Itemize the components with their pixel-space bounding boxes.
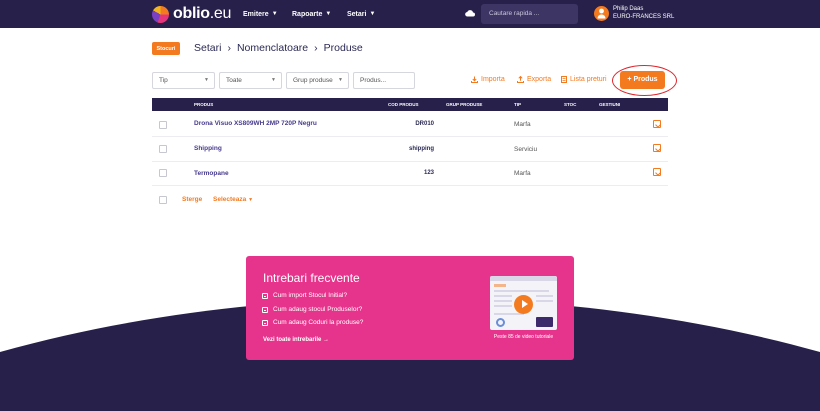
cloud-icon[interactable] bbox=[465, 9, 475, 17]
breadcrumb-separator: › bbox=[227, 42, 231, 54]
avatar[interactable] bbox=[594, 6, 609, 21]
breadcrumb: Setari › Nomenclatoare › Produse bbox=[194, 42, 363, 54]
group-filter-select[interactable]: Grup produse ▼ bbox=[286, 72, 349, 89]
faq-title: Intrebari frecvente bbox=[263, 271, 360, 285]
column-header-product[interactable]: PRODUS bbox=[194, 102, 213, 107]
user-name: Philip Daas bbox=[613, 6, 644, 12]
table-row[interactable]: Drona Visuo XS809WH 2MP 720P Negru DR010… bbox=[152, 112, 668, 137]
arrow-right-icon: → bbox=[323, 337, 330, 343]
row-checkbox[interactable] bbox=[159, 121, 167, 129]
export-icon bbox=[517, 76, 524, 83]
table-row[interactable]: Shipping shipping Serviciu bbox=[152, 137, 668, 162]
breadcrumb-item-setari[interactable]: Setari bbox=[194, 42, 221, 54]
video-thumbnail[interactable] bbox=[490, 276, 557, 330]
chevron-down-icon: ▼ bbox=[338, 77, 343, 83]
faq-card: Intrebari frecvente Cum import Stocul In… bbox=[246, 256, 574, 360]
breadcrumb-separator: › bbox=[314, 42, 318, 54]
user-info[interactable]: Philip Daas EURO-FRANCES SRL bbox=[613, 6, 674, 21]
import-icon bbox=[471, 76, 478, 83]
product-type: Serviciu bbox=[514, 146, 538, 153]
product-name-link[interactable]: Termopane bbox=[194, 170, 229, 177]
faq-item[interactable]: Cum adaug Coduri la produse? bbox=[262, 319, 363, 326]
faq-item-icon bbox=[262, 306, 268, 313]
chevron-down-icon: ▼ bbox=[369, 11, 376, 17]
import-button[interactable]: Importa bbox=[471, 76, 505, 83]
product-type: Marfa bbox=[514, 170, 531, 177]
breadcrumb-item-nomenclatoare[interactable]: Nomenclatoare bbox=[237, 42, 308, 54]
product-code: shipping bbox=[409, 146, 434, 152]
nav-menu-setari[interactable]: Setari ▼ bbox=[347, 0, 375, 28]
export-button[interactable]: Exporta bbox=[517, 76, 551, 83]
logo-text: oblio.eu bbox=[173, 5, 232, 22]
faq-item-icon bbox=[262, 319, 268, 326]
price-list-button[interactable]: Lista preturi bbox=[561, 76, 607, 83]
play-icon[interactable] bbox=[514, 295, 533, 314]
row-checkbox[interactable] bbox=[159, 145, 167, 153]
row-checkbox[interactable] bbox=[159, 169, 167, 177]
chevron-down-icon: ▼ bbox=[271, 11, 278, 17]
page-title: Produse bbox=[323, 42, 363, 54]
product-type: Marfa bbox=[514, 121, 531, 128]
delete-button[interactable]: Sterge bbox=[182, 196, 202, 203]
row-menu-icon[interactable] bbox=[653, 168, 661, 176]
user-icon bbox=[597, 8, 606, 19]
chevron-down-icon: ▼ bbox=[248, 197, 254, 203]
row-menu-icon[interactable] bbox=[653, 144, 661, 152]
logo[interactable]: oblio.eu bbox=[152, 5, 231, 23]
faq-item-icon bbox=[262, 292, 268, 299]
see-all-questions-link[interactable]: Vezi toate intrebarile → bbox=[263, 337, 329, 343]
chevron-down-icon: ▼ bbox=[204, 77, 209, 83]
nav-menu-emitere[interactable]: Emitere ▼ bbox=[243, 0, 278, 28]
column-header-code[interactable]: COD PRODUS bbox=[388, 102, 419, 107]
column-header-stock[interactable]: STOC bbox=[564, 102, 576, 107]
section-badge[interactable]: Stocuri bbox=[152, 42, 180, 55]
column-header-type[interactable]: TIP bbox=[514, 102, 521, 107]
product-code: DR010 bbox=[415, 121, 434, 127]
price-list-icon bbox=[561, 76, 567, 83]
product-name-link[interactable]: Drona Visuo XS809WH 2MP 720P Negru bbox=[194, 120, 317, 127]
logo-mark-icon bbox=[152, 5, 169, 23]
type-filter-select[interactable]: Tip ▼ bbox=[152, 72, 215, 89]
column-header-group[interactable]: GRUP PRODUSE bbox=[446, 102, 482, 107]
product-code: 123 bbox=[423, 170, 434, 176]
faq-item[interactable]: Cum adaug stocul Produselor? bbox=[262, 306, 362, 313]
highlight-ring bbox=[612, 65, 677, 96]
nav-menu-rapoarte[interactable]: Rapoarte ▼ bbox=[292, 0, 331, 28]
select-all-checkbox[interactable] bbox=[159, 196, 167, 204]
user-company: EURO-FRANCES SRL bbox=[613, 13, 675, 20]
table-header: PRODUS COD PRODUS GRUP PRODUSE TIP STOC … bbox=[152, 98, 668, 111]
top-navbar: oblio.eu Emitere ▼ Rapoarte ▼ Setari ▼ Caut… bbox=[0, 0, 820, 28]
chevron-down-icon: ▼ bbox=[325, 11, 332, 17]
quick-search-input[interactable]: Cautare rapida ... bbox=[481, 4, 578, 24]
product-search-input[interactable]: Produs... bbox=[353, 72, 415, 89]
select-dropdown[interactable]: Selecteaza ▼ bbox=[213, 196, 253, 203]
all-filter-select[interactable]: Toate ▼ bbox=[219, 72, 282, 89]
faq-item[interactable]: Cum import Stocul Initial? bbox=[262, 292, 347, 299]
table-row[interactable]: Termopane 123 Marfa bbox=[152, 161, 668, 186]
video-caption: Peste 85 de video tutoriale bbox=[493, 334, 554, 340]
column-header-management[interactable]: GESTIUNI bbox=[599, 102, 620, 107]
chevron-down-icon: ▼ bbox=[271, 77, 276, 83]
row-menu-icon[interactable] bbox=[653, 120, 661, 128]
product-name-link[interactable]: Shipping bbox=[194, 145, 222, 152]
